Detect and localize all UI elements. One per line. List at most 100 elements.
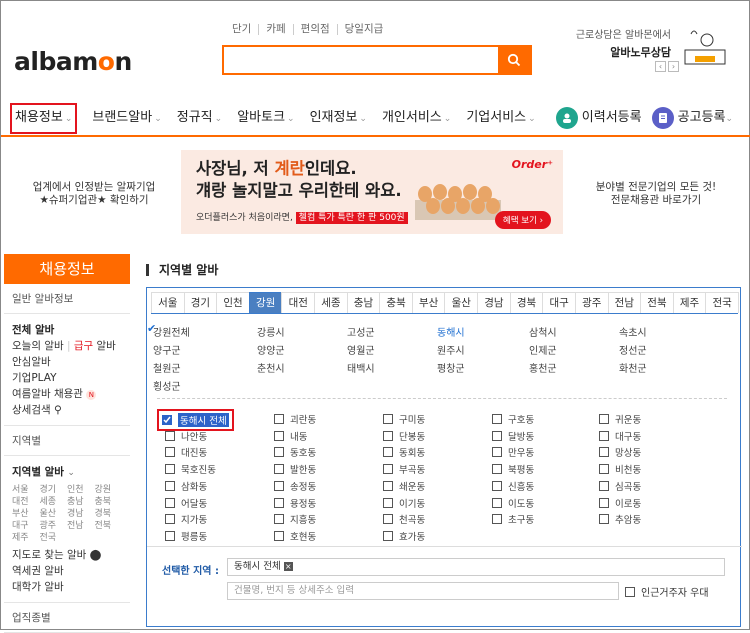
checkbox[interactable]: [274, 497, 284, 508]
region-link[interactable]: 울산: [40, 508, 68, 520]
dong-checkbox[interactable]: 나안동: [165, 429, 207, 443]
tab-region[interactable]: 제주: [672, 292, 707, 313]
nav-personal[interactable]: 개인서비스 ⌄: [382, 105, 451, 132]
checkbox[interactable]: [599, 497, 609, 508]
region-link[interactable]: 경북: [95, 508, 123, 520]
checkbox[interactable]: [383, 447, 393, 458]
city-item[interactable]: 고성군: [347, 324, 375, 339]
checkbox[interactable]: [492, 430, 502, 441]
checkbox[interactable]: [383, 514, 393, 525]
nearby-resident-option[interactable]: 인근거주자 우대: [625, 584, 709, 599]
checkbox[interactable]: [383, 464, 393, 475]
checkbox[interactable]: [165, 464, 175, 475]
region-link[interactable]: 전남: [67, 520, 95, 532]
region-link[interactable]: 경남: [67, 508, 95, 520]
city-item[interactable]: 인제군: [529, 342, 557, 357]
region-link[interactable]: 충남: [67, 496, 95, 508]
labor-consult-ad[interactable]: 근로상담은 알바몬에서 알바노무상담: [561, 26, 741, 65]
dong-all-checkbox[interactable]: 동해시 전체: [157, 409, 234, 431]
tab-region[interactable]: 전북: [640, 292, 674, 313]
tab-region[interactable]: 전남: [607, 292, 642, 313]
region-link[interactable]: 제주: [12, 532, 40, 544]
dong-checkbox[interactable]: 평릉동: [165, 529, 207, 543]
checkbox[interactable]: [492, 480, 502, 491]
checkbox[interactable]: [165, 497, 175, 508]
nav-brand[interactable]: 브랜드알바 ⌄: [92, 105, 161, 132]
specialist-hall-link[interactable]: 분야별 전문기업의 모든 것! 전문채용관 바로가기: [591, 181, 721, 207]
tab-region-active[interactable]: 강원: [248, 292, 283, 313]
city-item[interactable]: 강원전체: [153, 324, 190, 339]
checkbox[interactable]: [165, 514, 175, 525]
dong-checkbox[interactable]: 내동: [274, 429, 307, 443]
checkbox[interactable]: [492, 514, 502, 525]
dong-checkbox[interactable]: 만우동: [492, 445, 534, 459]
city-item[interactable]: 춘천시: [257, 360, 285, 375]
city-item[interactable]: 양구군: [153, 342, 181, 357]
checkbox[interactable]: [383, 430, 393, 441]
dong-checkbox[interactable]: 이도동: [492, 496, 534, 510]
quick-link[interactable]: 당일지급: [336, 24, 391, 35]
checkbox[interactable]: [492, 497, 502, 508]
sidebar-item-station[interactable]: 역세권 알바: [12, 563, 122, 579]
city-item[interactable]: 속초시: [619, 324, 647, 339]
tab-region[interactable]: 전국: [705, 292, 739, 313]
tab-region[interactable]: 대전: [281, 292, 316, 313]
tab-region[interactable]: 인천: [216, 292, 250, 313]
checkbox[interactable]: [599, 447, 609, 458]
tab-region[interactable]: 충남: [346, 292, 381, 313]
dong-checkbox[interactable]: 삼화동: [165, 479, 207, 493]
checkbox[interactable]: [492, 447, 502, 458]
dong-checkbox[interactable]: 초구동: [492, 512, 534, 526]
remove-tag-icon[interactable]: ×: [283, 562, 293, 571]
nav-talk[interactable]: 알바토크 ⌄: [237, 105, 294, 132]
dong-checkbox[interactable]: 쇄운동: [383, 479, 425, 493]
dong-checkbox[interactable]: 비천동: [599, 462, 641, 476]
tab-region[interactable]: 경북: [509, 292, 544, 313]
region-link[interactable]: 강원: [95, 484, 123, 496]
region-link[interactable]: 충북: [95, 496, 123, 508]
checkbox[interactable]: [492, 464, 502, 475]
city-item[interactable]: 영월군: [347, 342, 375, 357]
nearby-checkbox[interactable]: [625, 586, 635, 597]
dong-checkbox[interactable]: 달방동: [492, 429, 534, 443]
nav-jobs[interactable]: 채용정보 ⌄: [10, 103, 78, 134]
tab-region[interactable]: 세종: [314, 292, 348, 313]
resume-register-button[interactable]: 이력서등록: [555, 106, 642, 129]
dong-checkbox[interactable]: 효가동: [383, 529, 425, 543]
city-item[interactable]: 태백시: [347, 360, 375, 375]
tab-region[interactable]: 서울: [151, 292, 185, 313]
dong-checkbox[interactable]: 어달동: [165, 496, 207, 510]
checkbox[interactable]: [383, 414, 393, 424]
nav-fulltime[interactable]: 정규직 ⌄: [177, 105, 222, 132]
checkbox[interactable]: [274, 430, 284, 441]
benefit-button[interactable]: 혜택 보기 ›: [494, 211, 551, 229]
sidebar-item-summer[interactable]: 여름알바 채용관 N: [12, 386, 122, 402]
checkbox[interactable]: [599, 414, 609, 424]
region-link[interactable]: 경기: [40, 484, 68, 496]
checkbox[interactable]: [383, 480, 393, 491]
dong-checkbox[interactable]: 용정동: [274, 496, 316, 510]
dong-checkbox[interactable]: 망상동: [599, 445, 641, 459]
city-item[interactable]: 횡성군: [153, 378, 181, 393]
checkbox[interactable]: [165, 480, 175, 491]
checkbox[interactable]: [274, 480, 284, 491]
dong-checkbox[interactable]: 발한동: [274, 462, 316, 476]
checkbox[interactable]: [599, 514, 609, 525]
region-link[interactable]: 인천: [67, 484, 95, 496]
dong-checkbox[interactable]: 부곡동: [383, 462, 425, 476]
region-link[interactable]: 세종: [40, 496, 68, 508]
dong-checkbox[interactable]: 구미동: [383, 412, 425, 426]
checkbox[interactable]: [274, 464, 284, 475]
tab-region[interactable]: 광주: [574, 292, 609, 313]
sidebar-item-univ[interactable]: 대학가 알바: [12, 579, 122, 595]
region-link[interactable]: 대전: [12, 496, 40, 508]
checkbox[interactable]: [274, 530, 284, 541]
region-link[interactable]: 서울: [12, 484, 40, 496]
sidebar-item-detail-search[interactable]: 상세검색 ⚲: [12, 402, 122, 418]
dong-checkbox[interactable]: 귀운동: [599, 412, 641, 426]
dong-checkbox[interactable]: 신흥동: [492, 479, 534, 493]
city-item[interactable]: 화천군: [619, 360, 647, 375]
dong-checkbox[interactable]: 동회동: [383, 445, 425, 459]
dong-checkbox[interactable]: 괴란동: [274, 412, 316, 426]
tab-region[interactable]: 경기: [183, 292, 218, 313]
